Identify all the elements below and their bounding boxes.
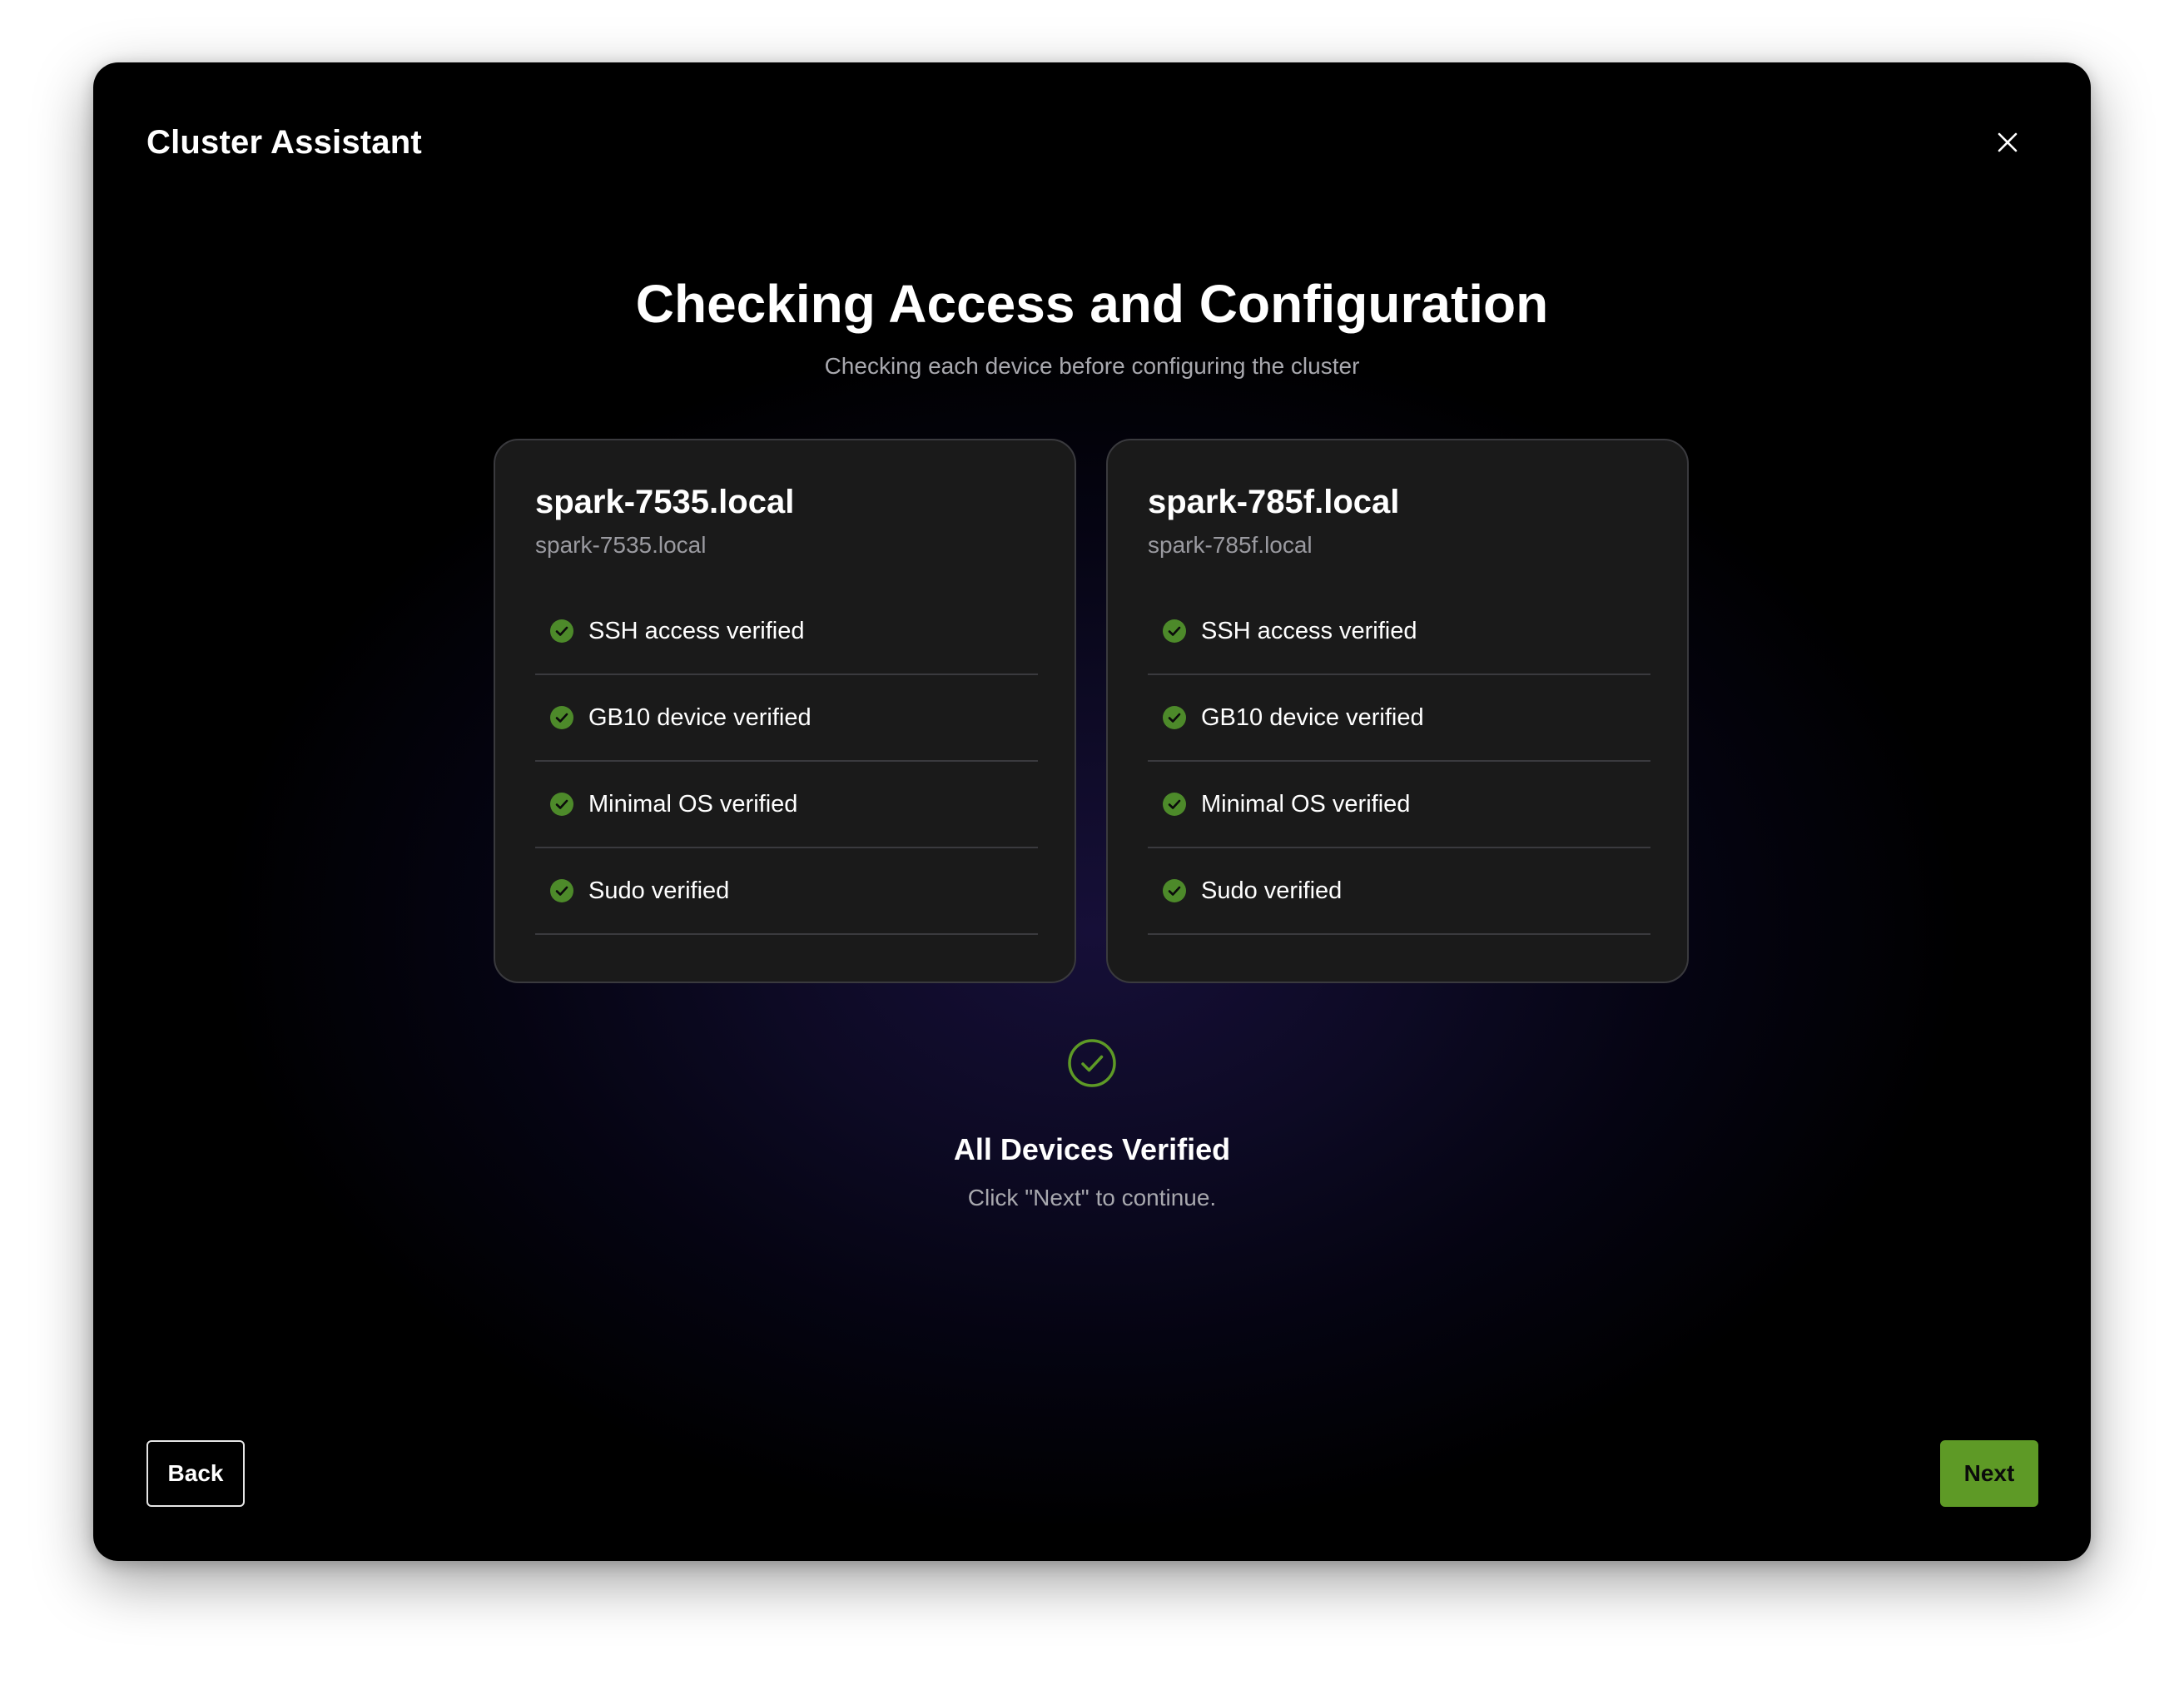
- device-card: spark-785f.local spark-785f.local SSH ac…: [1106, 439, 1689, 983]
- page-subtitle: Checking each device before configuring …: [824, 353, 1360, 379]
- check-label: SSH access verified: [588, 618, 805, 644]
- check-circle-icon: [549, 619, 574, 644]
- status-message: Click "Next" to continue.: [967, 1185, 1217, 1210]
- check-label: Sudo verified: [1201, 877, 1343, 904]
- check-circle-icon: [1162, 878, 1187, 903]
- check-circle-icon: [549, 792, 574, 817]
- check-circle-icon: [1162, 792, 1187, 817]
- check-row: Sudo verified: [1148, 848, 1650, 935]
- device-card: spark-7535.local spark-7535.local SSH ac…: [494, 439, 1076, 983]
- check-label: GB10 device verified: [588, 704, 812, 731]
- check-label: GB10 device verified: [1201, 704, 1424, 731]
- check-list: SSH access verified GB10 device verified…: [1148, 589, 1650, 935]
- device-name: spark-785f.local: [1148, 484, 1400, 520]
- check-row: Sudo verified: [535, 848, 1038, 935]
- check-label: Minimal OS verified: [1201, 791, 1411, 818]
- close-icon: [1998, 132, 2018, 152]
- check-row: SSH access verified: [535, 589, 1038, 675]
- device-name: spark-7535.local: [535, 484, 795, 520]
- check-label: Sudo verified: [588, 877, 730, 904]
- check-circle-icon: [549, 705, 574, 730]
- check-row: SSH access verified: [1148, 589, 1650, 675]
- check-circle-icon: [1162, 705, 1187, 730]
- page-title: Checking Access and Configuration: [635, 274, 1549, 334]
- check-row: GB10 device verified: [535, 675, 1038, 762]
- device-hostname: spark-7535.local: [535, 532, 707, 558]
- check-row: GB10 device verified: [1148, 675, 1650, 762]
- check-circle-icon: [549, 878, 574, 903]
- check-label: SSH access verified: [1201, 618, 1417, 644]
- close-button[interactable]: [1983, 117, 2033, 167]
- app-title: Cluster Assistant: [146, 124, 422, 161]
- check-list: SSH access verified GB10 device verified…: [535, 589, 1038, 935]
- back-button[interactable]: Back: [146, 1440, 245, 1507]
- check-circle-icon: [1162, 619, 1187, 644]
- check-circle-outline-icon: [1068, 1039, 1116, 1087]
- device-hostname: spark-785f.local: [1148, 532, 1313, 558]
- check-row: Minimal OS verified: [535, 762, 1038, 848]
- status-title: All Devices Verified: [953, 1132, 1231, 1166]
- check-row: Minimal OS verified: [1148, 762, 1650, 848]
- check-label: Minimal OS verified: [588, 791, 798, 818]
- cluster-assistant-dialog: Cluster Assistant Checking Access and Co…: [93, 62, 2091, 1561]
- next-button[interactable]: Next: [1940, 1440, 2038, 1507]
